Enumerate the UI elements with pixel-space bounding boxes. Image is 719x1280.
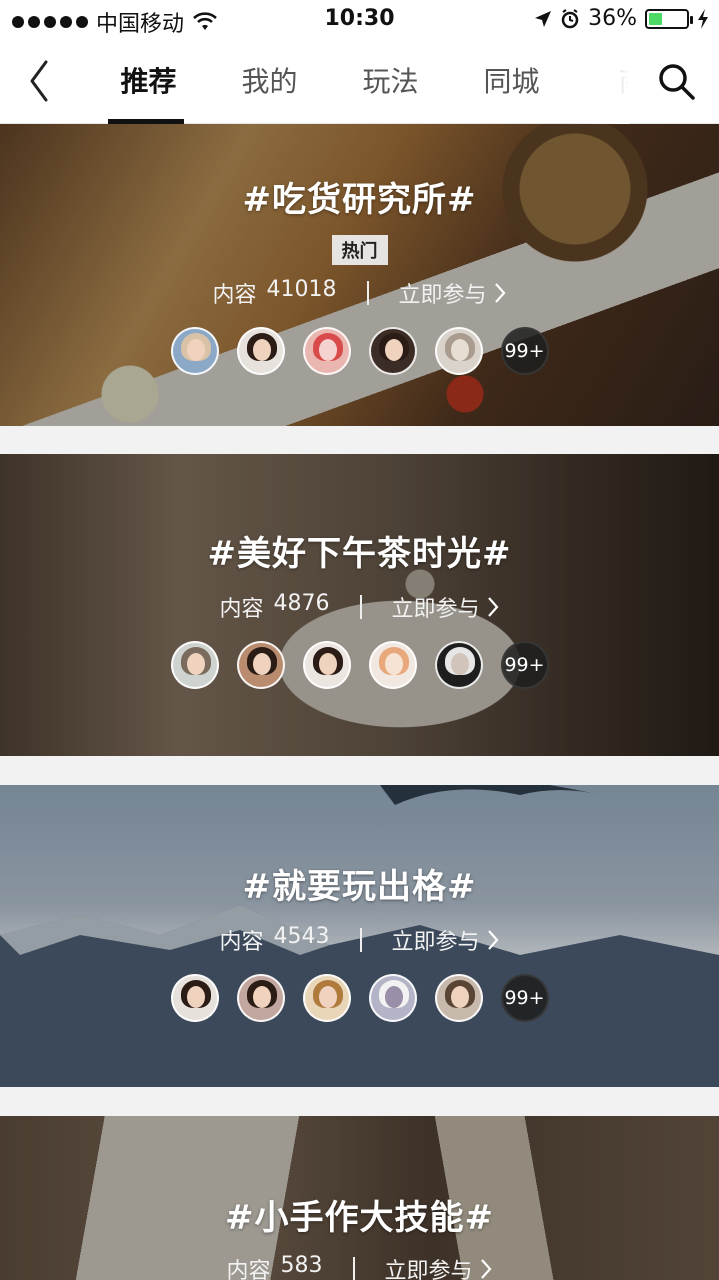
participant-avatars: 99+	[170, 974, 549, 1022]
search-button[interactable]	[657, 62, 697, 102]
battery-percent: 36%	[588, 6, 637, 31]
tab-recommend[interactable]: 推荐	[88, 40, 209, 124]
topic-meta: 内容 4543 立即参与	[219, 924, 499, 956]
battery-icon	[645, 8, 693, 29]
tabs-fade	[569, 40, 629, 124]
topic-meta: 内容 4876 立即参与	[219, 591, 499, 623]
chevron-left-icon	[30, 60, 48, 102]
avatar[interactable]	[302, 974, 351, 1022]
avatar[interactable]	[170, 641, 219, 689]
join-link[interactable]: 立即参与	[392, 591, 500, 623]
location-arrow-icon	[535, 10, 552, 27]
join-link[interactable]: 立即参与	[392, 924, 500, 956]
content-count: 内容 583	[226, 1253, 323, 1280]
topic-title: #就要玩出格#	[242, 867, 477, 907]
topic-card[interactable]: #小手作大技能# 内容 583 立即参与	[0, 1116, 719, 1280]
divider	[359, 928, 362, 952]
divider	[366, 281, 369, 305]
tab-local[interactable]: 同城	[451, 40, 572, 124]
avatar[interactable]	[302, 327, 351, 375]
back-button[interactable]	[20, 56, 60, 106]
avatar[interactable]	[434, 327, 483, 375]
more-participants-badge[interactable]: 99+	[500, 641, 549, 689]
avatar[interactable]	[434, 641, 483, 689]
participant-avatars: 99+	[170, 641, 549, 689]
chevron-right-icon	[480, 1259, 491, 1279]
topic-meta: 内容 583 立即参与	[226, 1253, 492, 1280]
topic-meta: 内容 41018 立即参与	[212, 277, 506, 309]
avatar[interactable]	[236, 641, 285, 689]
avatar[interactable]	[368, 974, 417, 1022]
battery-fill	[649, 12, 662, 25]
topic-title: #小手作大技能#	[225, 1198, 494, 1238]
content-count: 内容 4543	[219, 924, 330, 955]
topic-title: #吃货研究所#	[242, 180, 477, 220]
chevron-right-icon	[487, 930, 498, 950]
search-icon	[659, 64, 695, 100]
topic-title: #美好下午茶时光#	[207, 534, 512, 574]
content-count: 内容 41018	[212, 277, 337, 308]
participant-avatars: 99+	[170, 327, 549, 375]
chevron-right-icon	[487, 597, 498, 617]
divider	[359, 595, 362, 619]
avatar[interactable]	[302, 641, 351, 689]
avatar[interactable]	[434, 974, 483, 1022]
tab-play[interactable]: 玩法	[330, 40, 451, 124]
charging-bolt-icon	[698, 8, 708, 29]
hot-badge: 热门	[331, 235, 388, 265]
top-nav: 推荐 我的 玩法 同城 商	[0, 40, 719, 124]
status-bar: 中国移动 10:30 36%	[0, 0, 719, 40]
more-participants-badge[interactable]: 99+	[500, 327, 549, 375]
topic-card[interactable]: #吃货研究所# 热门 内容 41018 立即参与 99+	[0, 124, 719, 426]
topic-card[interactable]: #美好下午茶时光# 内容 4876 立即参与 99+	[0, 454, 719, 756]
tab-mine[interactable]: 我的	[209, 40, 330, 124]
avatar[interactable]	[368, 327, 417, 375]
chevron-right-icon	[494, 283, 505, 303]
content-count: 内容 4876	[219, 591, 330, 622]
avatar[interactable]	[236, 974, 285, 1022]
divider	[352, 1257, 355, 1280]
avatar[interactable]	[236, 327, 285, 375]
topic-card[interactable]: #就要玩出格# 内容 4543 立即参与 99+	[0, 785, 719, 1087]
tab-bar: 推荐 我的 玩法 同城 商	[88, 40, 628, 124]
more-participants-badge[interactable]: 99+	[500, 974, 549, 1022]
avatar[interactable]	[368, 641, 417, 689]
avatar[interactable]	[170, 327, 219, 375]
join-link[interactable]: 立即参与	[385, 1253, 493, 1280]
status-right: 36%	[534, 6, 709, 31]
join-link[interactable]: 立即参与	[399, 277, 507, 309]
avatar[interactable]	[170, 974, 219, 1022]
alarm-clock-icon	[561, 8, 579, 28]
